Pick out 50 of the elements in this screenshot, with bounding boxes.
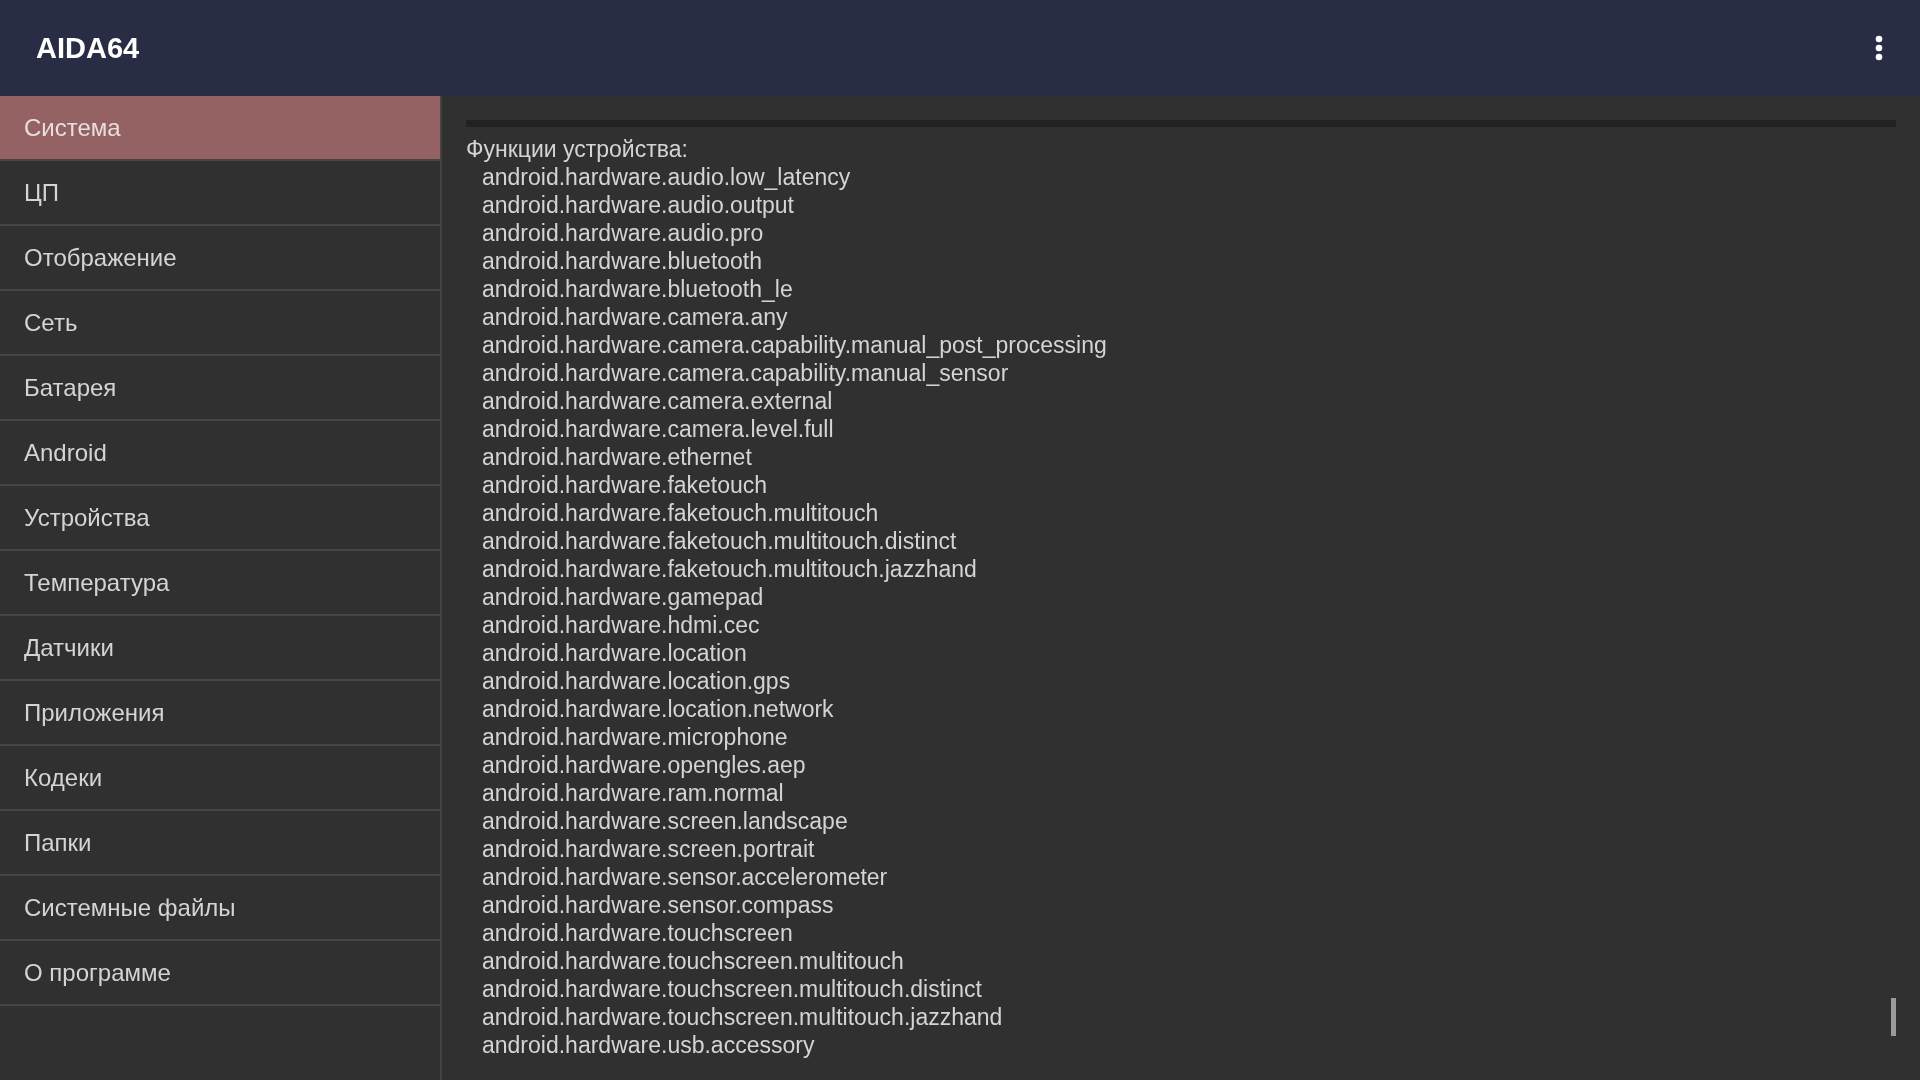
more-icon [1874, 35, 1884, 61]
sidebar-item[interactable]: Система [0, 96, 440, 161]
feature-item: android.hardware.faketouch.multitouch.distinct [482, 527, 957, 555]
feature-item: android.hardware.faketouch.multitouch [482, 499, 879, 527]
feature-item: android.hardware.location.network [482, 695, 834, 723]
sidebar-item[interactable]: О программе [0, 941, 440, 1006]
feature-item: android.hardware.bluetooth [482, 247, 763, 275]
sidebar-item[interactable]: Кодеки [0, 746, 440, 811]
feature-item: android.hardware.ethernet [482, 443, 752, 471]
sidebar-item[interactable]: Отображение [0, 226, 440, 291]
sidebar-item[interactable]: Температура [0, 551, 440, 616]
feature-item: android.hardware.camera.any [482, 303, 788, 331]
feature-item: android.hardware.ram.normal [482, 779, 784, 807]
sidebar-item[interactable]: Устройства [0, 486, 440, 551]
feature-item: android.hardware.camera.external [482, 387, 833, 415]
sidebar-item[interactable]: Приложения [0, 681, 440, 746]
feature-item: android.hardware.screen.portrait [482, 835, 815, 863]
feature-item: android.hardware.gamepad [482, 583, 764, 611]
feature-item: android.hardware.sensor.compass [482, 891, 834, 919]
feature-item: android.hardware.audio.output [482, 191, 794, 219]
feature-item: android.hardware.faketouch.multitouch.jazzhand [482, 555, 977, 583]
feature-item: android.hardware.camera.capability.manual_sensor [482, 359, 1009, 387]
feature-item: android.hardware.touchscreen [482, 919, 793, 947]
feature-item: android.hardware.hdmi.cec [482, 611, 760, 639]
sidebar-item[interactable]: ЦП [0, 161, 440, 226]
feature-item: android.hardware.audio.pro [482, 219, 764, 247]
sidebar-item[interactable]: Android [0, 421, 440, 486]
feature-item: android.hardware.screen.landscape [482, 807, 848, 835]
feature-item: android.hardware.touchscreen.multitouch [482, 947, 904, 975]
feature-item: android.hardware.bluetooth_le [482, 275, 793, 303]
feature-item: android.hardware.touchscreen.multitouch.jazzhand [482, 1003, 1003, 1031]
feature-item: android.hardware.touchscreen.multitouch.distinct [482, 975, 982, 1003]
feature-item: android.hardware.usb.accessory [482, 1031, 815, 1059]
feature-item: android.hardware.audio.low_latency [482, 163, 851, 191]
feature-item: android.hardware.sensor.accelerometer [482, 863, 888, 891]
feature-item: android.hardware.location.gps [482, 667, 791, 695]
feature-item: android.hardware.camera.capability.manual_post_processing [482, 331, 1107, 359]
feature-item: android.hardware.microphone [482, 723, 788, 751]
app-title: AIDA64 [36, 31, 140, 65]
sidebar-item[interactable]: Датчики [0, 616, 440, 681]
sidebar-item[interactable]: Батарея [0, 356, 440, 421]
feature-item: android.hardware.location [482, 639, 747, 667]
feature-item: android.hardware.faketouch [482, 471, 768, 499]
feature-item: android.hardware.opengles.aep [482, 751, 806, 779]
sidebar-item[interactable]: Папки [0, 811, 440, 876]
feature-item: android.hardware.camera.level.full [482, 415, 834, 443]
sidebar-item[interactable]: Системные файлы [0, 876, 440, 941]
sidebar-item[interactable]: Сеть [0, 291, 440, 356]
scrollbar-thumb[interactable] [1891, 998, 1896, 1036]
section-heading: Функции устройства: [466, 135, 689, 163]
